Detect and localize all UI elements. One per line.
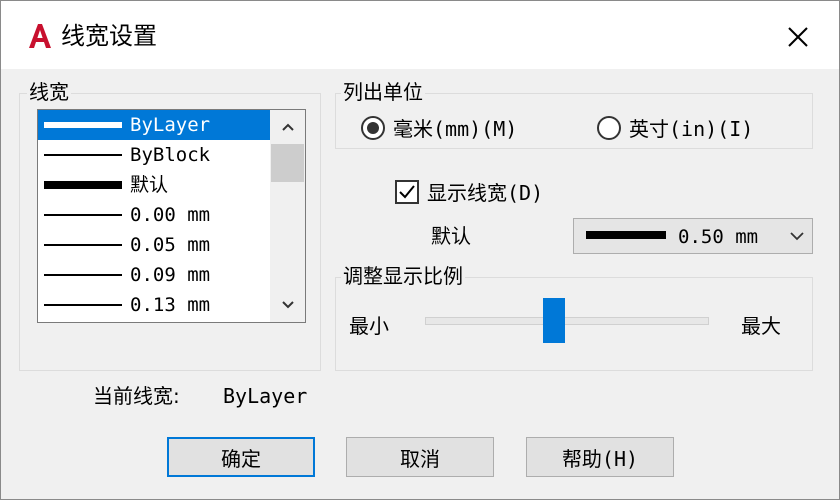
lineweight-item-label: 0.00 mm [130,204,211,226]
scale-max-label: 最大 [741,314,781,338]
dropdown-line-sample [586,231,666,239]
scale-min-label: 最小 [349,314,389,338]
lineweight-sample [44,304,122,306]
chevron-down-icon [281,301,294,309]
checkbox-box[interactable] [395,179,419,204]
checkbox-label: 显示线宽(D) [427,181,544,205]
close-button[interactable] [773,15,823,59]
check-icon [399,184,415,198]
lineweight-item-label: 默认 [130,174,169,196]
dialog-title: 线宽设置 [61,22,157,50]
help-button[interactable]: 帮助(H) [526,437,674,477]
radio-mm-label: 毫米(mm)(M) [393,117,518,141]
lineweight-sample [44,122,122,128]
lineweight-item-label: 0.13 mm [130,294,211,316]
current-lineweight-label: 当前线宽: [93,384,180,408]
title-bar: 线宽设置 [1,1,839,69]
lineweight-sample [44,181,122,189]
scale-group-label: 调整显示比例 [341,264,465,288]
radio-mm[interactable]: 毫米(mm)(M) [361,113,517,142]
default-label: 默认 [431,224,471,248]
chevron-up-icon [281,123,294,131]
lineweights-list[interactable]: ByLayer ByBlock 默认 0.00 mm 0.05 mm 0.09 mm 0.1… [37,109,306,323]
list-scrollbar[interactable] [270,110,305,322]
scroll-down-button[interactable] [270,288,305,322]
chevron-down-icon [790,232,804,241]
lineweight-sample [44,154,122,156]
lineweight-item-label: ByBlock [130,144,211,166]
radio-in[interactable]: 英寸(in)(I) [597,113,753,142]
autocad-logo-icon [27,23,53,49]
lineweight-item-label: 0.09 mm [130,264,211,286]
default-lineweight-dropdown[interactable]: 0.50 mm [573,218,813,254]
radio-in-circle[interactable] [597,115,621,140]
lineweight-list-item[interactable]: ByBlock [38,140,270,170]
scroll-up-button[interactable] [270,110,305,144]
current-lineweight-value: ByLayer [223,384,308,408]
scroll-thumb[interactable] [271,144,304,182]
lineweight-list-item[interactable]: ByLayer [38,110,270,140]
lineweight-item-label: 0.05 mm [130,234,211,256]
lineweights-group-label: 线宽 [27,80,71,104]
lineweight-sample [44,214,122,216]
radio-mm-circle[interactable] [361,115,385,140]
lineweight-sample [44,244,122,246]
lineweight-dialog: 线宽设置 线宽 ByLayer ByBlock 默认 0.00 mm 0.05 mm 0.… [0,0,840,500]
radio-in-label: 英寸(in)(I) [629,117,754,141]
lineweight-list-item[interactable]: 默认 [38,170,270,200]
lineweight-list-item[interactable]: 0.13 mm [38,290,270,320]
display-lineweight-checkbox[interactable]: 显示线宽(D) [395,177,543,206]
lineweight-list-item[interactable]: 0.00 mm [38,200,270,230]
dropdown-value: 0.50 mm [678,226,759,248]
scale-slider-thumb[interactable] [542,298,565,343]
radio-mm-dot [367,121,379,134]
lineweight-list-item[interactable]: 0.09 mm [38,260,270,290]
cancel-button[interactable]: 取消 [346,437,494,477]
lineweight-sample [44,274,122,276]
lineweight-item-label: ByLayer [130,114,211,136]
ok-button[interactable]: 确定 [167,437,315,477]
scale-slider-track[interactable] [425,317,709,325]
close-icon [788,27,808,47]
lineweight-list-item[interactable]: 0.05 mm [38,230,270,260]
units-group-label: 列出单位 [341,80,425,104]
